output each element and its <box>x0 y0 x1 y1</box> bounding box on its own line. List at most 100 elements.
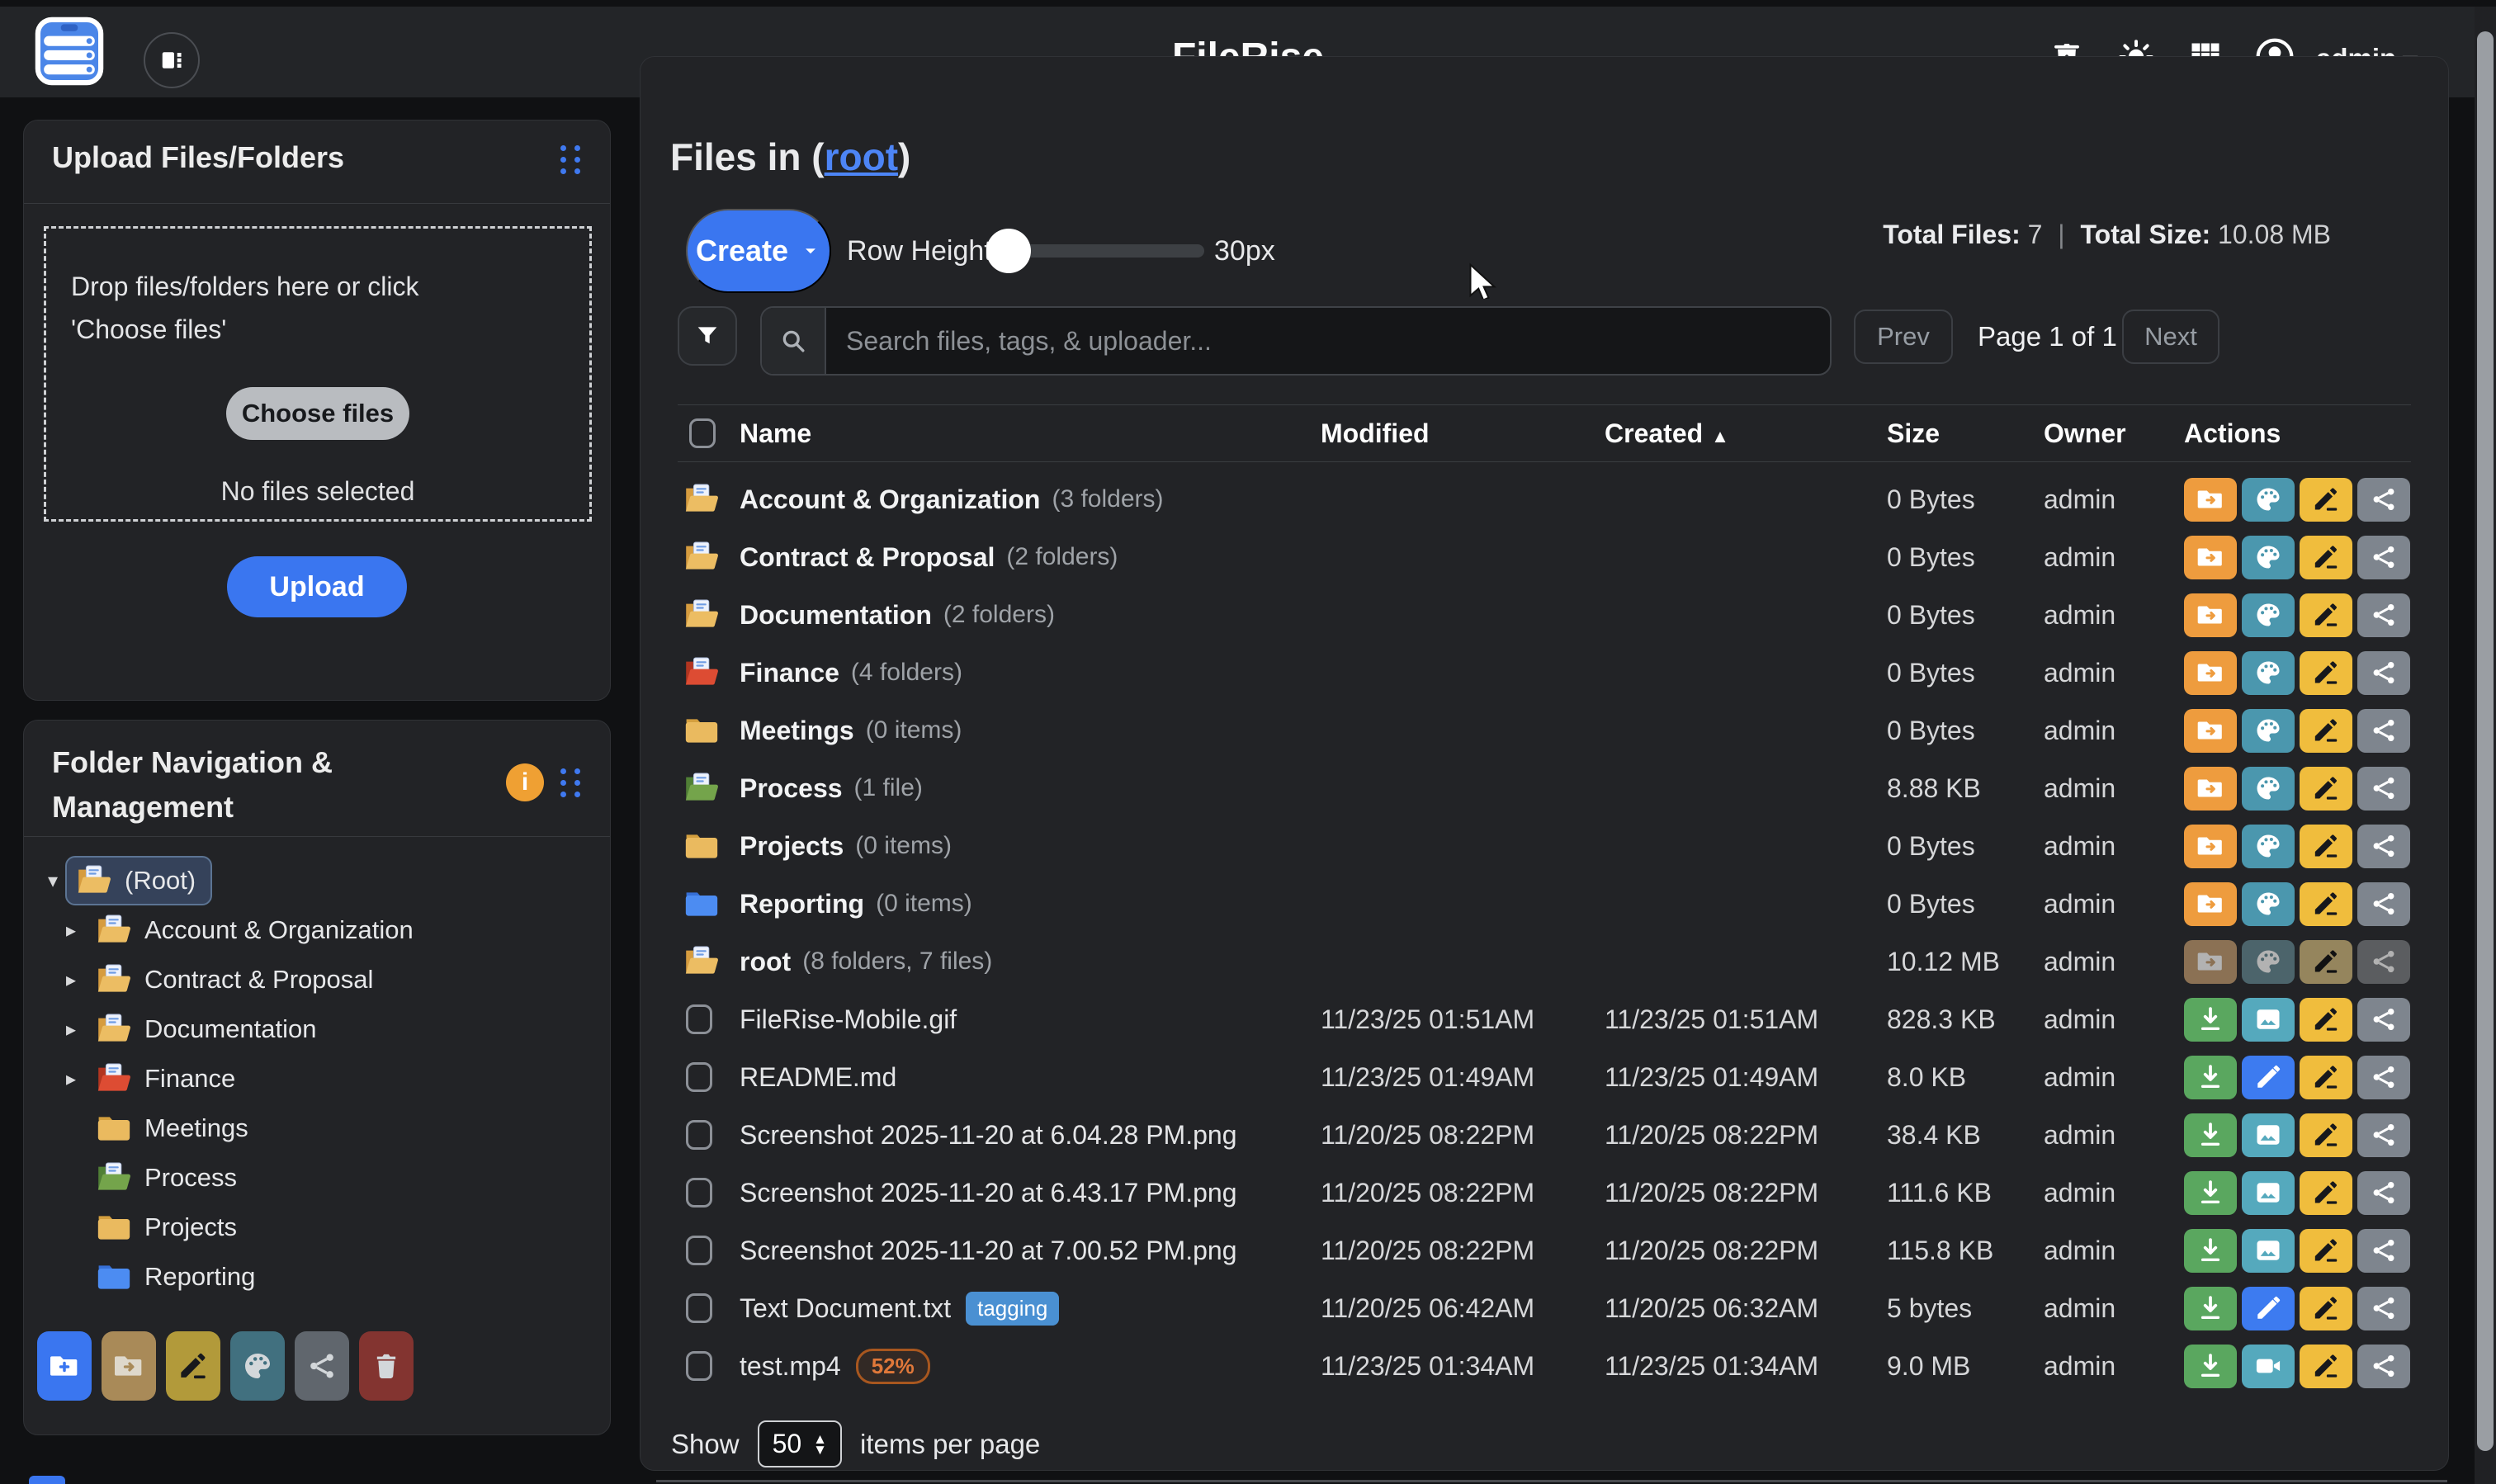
color-button[interactable] <box>2242 882 2295 926</box>
share-button[interactable] <box>2357 1345 2410 1388</box>
delete-folder-button[interactable] <box>359 1331 414 1401</box>
move-button[interactable] <box>2184 709 2237 753</box>
row-checkbox[interactable] <box>686 1062 712 1092</box>
download-button[interactable] <box>2184 998 2237 1042</box>
table-row-documentation[interactable]: Documentation(2 folders)0 Bytesadmin <box>678 586 2411 644</box>
color-button[interactable] <box>2242 651 2295 695</box>
rename-button[interactable] <box>2300 998 2352 1042</box>
table-row-readme-md[interactable]: README.md11/23/25 01:49AM11/23/25 01:49A… <box>678 1048 2411 1106</box>
next-page-button[interactable]: Next <box>2122 310 2219 364</box>
tree-caret-collapsed-icon[interactable]: ▸ <box>59 919 83 943</box>
share-button[interactable] <box>2357 882 2410 926</box>
move-button[interactable] <box>2184 825 2237 868</box>
choose-files-button[interactable]: Choose files <box>226 387 409 440</box>
color-button[interactable] <box>2242 767 2295 811</box>
rename-button[interactable] <box>2300 593 2352 637</box>
tree-item-finance[interactable]: ▸Finance <box>24 1054 602 1104</box>
tree-item-contract-proposal[interactable]: ▸Contract & Proposal <box>24 955 602 1004</box>
move-button[interactable] <box>2184 767 2237 811</box>
edit-button[interactable] <box>2242 1056 2295 1099</box>
column-header-created[interactable]: Created▲ <box>1598 418 1874 449</box>
root-breadcrumb-link[interactable]: root <box>825 135 898 178</box>
prev-page-button[interactable]: Prev <box>1854 310 1953 364</box>
preview-button[interactable] <box>2242 1113 2295 1157</box>
select-all-checkbox[interactable] <box>689 418 716 448</box>
item-name-label[interactable]: Text Document.txt <box>740 1293 951 1324</box>
rename-button[interactable] <box>2300 1113 2352 1157</box>
rename-button[interactable] <box>2300 767 2352 811</box>
drag-handle-icon[interactable] <box>560 768 583 797</box>
share-button[interactable] <box>2357 1287 2410 1330</box>
color-button[interactable] <box>2242 825 2295 868</box>
tree-item-process[interactable]: ▸Process <box>24 1153 602 1203</box>
scrollbar-track[interactable] <box>2475 7 2496 1484</box>
rename-button[interactable] <box>2300 940 2352 984</box>
rename-button[interactable] <box>2300 536 2352 579</box>
column-header-owner[interactable]: Owner <box>2035 418 2163 449</box>
table-row-finance[interactable]: Finance(4 folders)0 Bytesadmin <box>678 644 2411 702</box>
move-button[interactable] <box>2184 536 2237 579</box>
rename-button[interactable] <box>2300 825 2352 868</box>
table-row-screenshot-2025-11-20-at-6-43-17-pm-png[interactable]: Screenshot 2025-11-20 at 6.43.17 PM.png1… <box>678 1164 2411 1222</box>
share-button[interactable] <box>2357 998 2410 1042</box>
color-button[interactable] <box>2242 478 2295 522</box>
item-name-label[interactable]: Documentation <box>740 600 932 631</box>
create-folder-button[interactable] <box>37 1331 92 1401</box>
preview-button[interactable] <box>2242 1171 2295 1215</box>
search-input[interactable] <box>826 326 1830 357</box>
color-button[interactable] <box>2242 709 2295 753</box>
rename-button[interactable] <box>2300 1287 2352 1330</box>
column-header-name[interactable]: Name <box>727 418 1313 449</box>
item-name-label[interactable]: Meetings <box>740 716 854 746</box>
share-folder-button[interactable] <box>295 1331 349 1401</box>
rename-button[interactable] <box>2300 709 2352 753</box>
row-height-slider[interactable] <box>990 244 1204 258</box>
item-name-label[interactable]: Contract & Proposal <box>740 542 995 573</box>
tree-item-documentation[interactable]: ▸Documentation <box>24 1004 602 1054</box>
slider-thumb[interactable] <box>986 229 1031 273</box>
tree-item--root-[interactable]: ▾(Root) <box>24 856 602 905</box>
download-button[interactable] <box>2184 1345 2237 1388</box>
move-button[interactable] <box>2184 651 2237 695</box>
row-checkbox[interactable] <box>686 1293 712 1323</box>
color-button[interactable] <box>2242 536 2295 579</box>
item-name-label[interactable]: Projects <box>740 831 844 862</box>
rename-button[interactable] <box>2300 651 2352 695</box>
rename-button[interactable] <box>2300 1229 2352 1273</box>
move-button[interactable] <box>2184 940 2237 984</box>
row-checkbox[interactable] <box>686 1178 712 1208</box>
tree-item-projects[interactable]: ▸Projects <box>24 1203 602 1252</box>
item-name-label[interactable]: Screenshot 2025-11-20 at 7.00.52 PM.png <box>740 1236 1236 1266</box>
create-button[interactable]: Create <box>686 209 831 293</box>
share-button[interactable] <box>2357 651 2410 695</box>
rename-button[interactable] <box>2300 882 2352 926</box>
tree-item-account-organization[interactable]: ▸Account & Organization <box>24 905 602 955</box>
item-name-label[interactable]: Reporting <box>740 889 864 919</box>
table-row-account-organization[interactable]: Account & Organization(3 folders)0 Bytes… <box>678 470 2411 528</box>
drag-handle-icon[interactable] <box>560 145 583 174</box>
download-button[interactable] <box>2184 1287 2237 1330</box>
share-button[interactable] <box>2357 1171 2410 1215</box>
share-button[interactable] <box>2357 709 2410 753</box>
share-button[interactable] <box>2357 1056 2410 1099</box>
share-button[interactable] <box>2357 1113 2410 1157</box>
item-name-label[interactable]: Process <box>740 773 843 804</box>
table-row-screenshot-2025-11-20-at-7-00-52-pm-png[interactable]: Screenshot 2025-11-20 at 7.00.52 PM.png1… <box>678 1222 2411 1279</box>
row-checkbox[interactable] <box>686 1004 712 1034</box>
table-row-projects[interactable]: Projects(0 items)0 Bytesadmin <box>678 817 2411 875</box>
rename-folder-button[interactable] <box>166 1331 220 1401</box>
share-button[interactable] <box>2357 940 2410 984</box>
table-row-reporting[interactable]: Reporting(0 items)0 Bytesadmin <box>678 875 2411 933</box>
tree-caret-collapsed-icon[interactable]: ▸ <box>59 1067 83 1091</box>
tree-item-meetings[interactable]: ▸Meetings <box>24 1104 602 1153</box>
tree-caret-collapsed-icon[interactable]: ▸ <box>59 1018 83 1042</box>
color-folder-button[interactable] <box>230 1331 285 1401</box>
tree-caret-expanded-icon[interactable]: ▾ <box>40 869 65 893</box>
file-dropzone[interactable]: Drop files/folders here or click 'Choose… <box>44 226 592 522</box>
table-row-screenshot-2025-11-20-at-6-04-28-pm-png[interactable]: Screenshot 2025-11-20 at 6.04.28 PM.png1… <box>678 1106 2411 1164</box>
item-name-label[interactable]: Screenshot 2025-11-20 at 6.04.28 PM.png <box>740 1120 1236 1151</box>
rename-button[interactable] <box>2300 478 2352 522</box>
rename-button[interactable] <box>2300 1056 2352 1099</box>
move-folder-button[interactable] <box>102 1331 156 1401</box>
selected-folder-pill[interactable]: (Root) <box>65 856 212 905</box>
